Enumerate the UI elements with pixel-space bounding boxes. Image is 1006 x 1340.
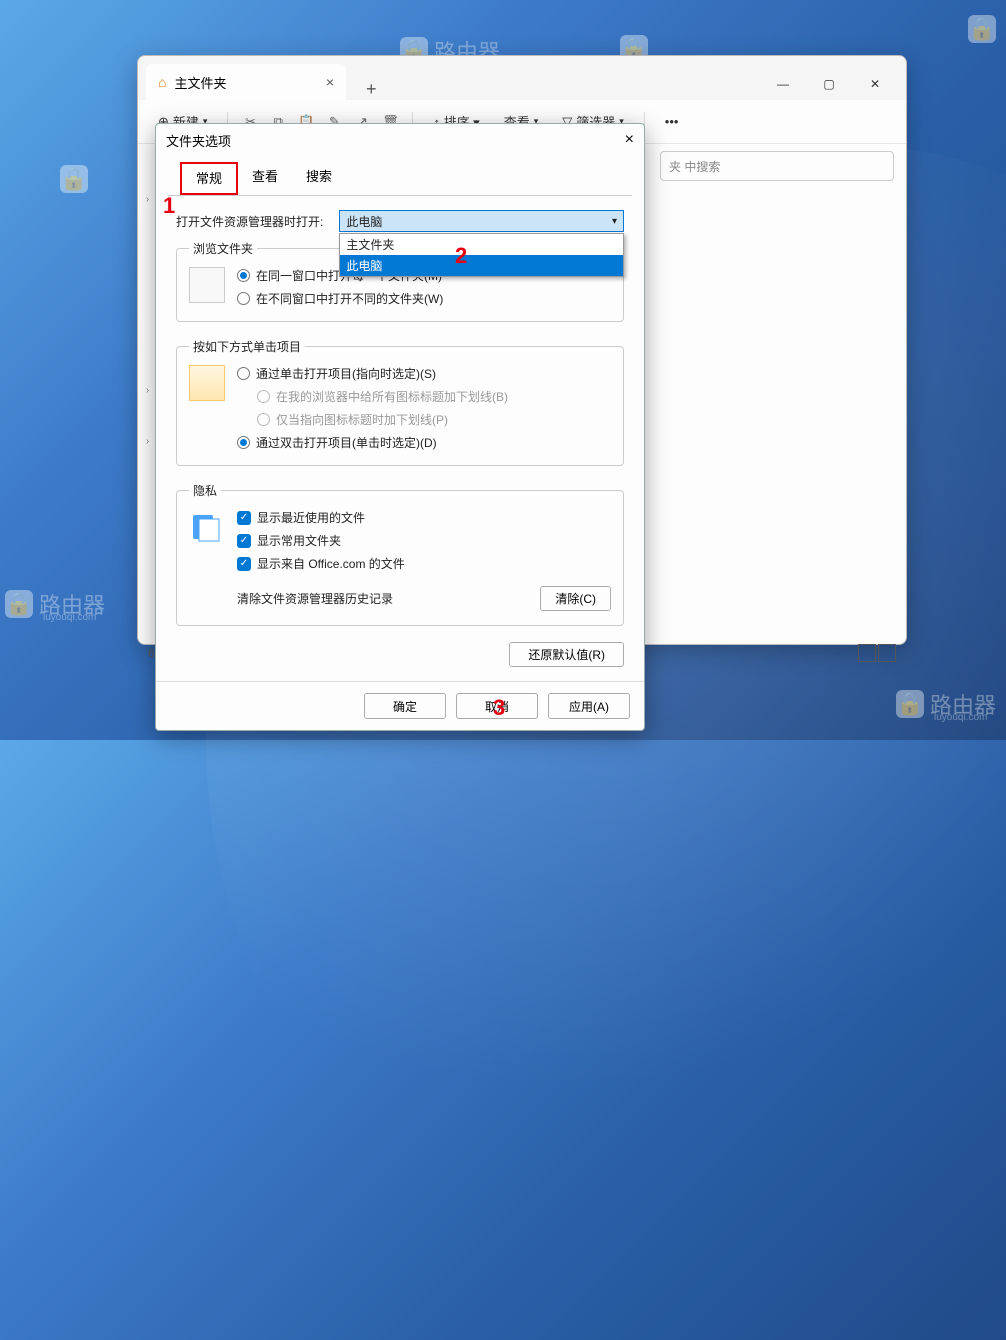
watermark: 🔒路由器luyouqi.com — [5, 588, 105, 620]
browse-icon — [189, 267, 225, 303]
details-view-icon[interactable] — [858, 644, 876, 662]
maximize-button[interactable]: ▢ — [806, 68, 852, 100]
radio-underline-hover: 仅当指向图标标题时加下划线(P) — [257, 411, 611, 428]
new-tab-button[interactable]: + — [358, 79, 385, 100]
click-legend: 按如下方式单击项目 — [189, 338, 305, 355]
clear-history-label: 清除文件资源管理器历史记录 — [237, 590, 393, 607]
tab-general[interactable]: 常规 — [180, 162, 238, 195]
privacy-icon — [189, 509, 225, 545]
restore-defaults-button[interactable]: 还原默认值(R) — [509, 642, 624, 667]
click-items-group: 按如下方式单击项目 通过单击打开项目(指向时选定)(S) 在我的浏览器中给所有图… — [176, 338, 624, 466]
privacy-legend: 隐私 — [189, 482, 221, 499]
tab-title: 主文件夹 — [174, 73, 226, 92]
home-icon: ⌂ — [158, 74, 166, 90]
open-explorer-label: 打开文件资源管理器时打开: — [176, 213, 323, 230]
combo-option-home[interactable]: 主文件夹 — [340, 234, 623, 255]
close-dialog-button[interactable]: × — [625, 131, 634, 149]
check-office-files[interactable]: ✓显示来自 Office.com 的文件 — [237, 555, 611, 572]
dialog-footer: 确定 取消 应用(A) — [156, 681, 644, 730]
watermark: 🔒路由器luyouqi.com — [896, 688, 996, 720]
clear-button[interactable]: 清除(C) — [540, 586, 611, 611]
check-recent-files[interactable]: ✓显示最近使用的文件 — [237, 509, 611, 526]
click-icon — [189, 365, 225, 401]
open-explorer-combobox[interactable]: 此电脑 ▾ 主文件夹 此电脑 — [339, 210, 624, 232]
watermark: 🔒 — [968, 15, 996, 43]
annotation-3: 3 — [493, 695, 505, 721]
large-icons-view-icon[interactable] — [878, 644, 896, 662]
annotation-1: 1 — [163, 193, 175, 219]
annotation-2: 2 — [455, 243, 467, 269]
radio-underline-all: 在我的浏览器中给所有图标标题加下划线(B) — [257, 388, 611, 405]
chevron-down-icon: ▾ — [612, 216, 617, 227]
radio-double-click[interactable]: 通过双击打开项目(单击时选定)(D) — [237, 434, 611, 451]
dialog-title: 文件夹选项 — [166, 131, 231, 150]
window-tab[interactable]: ⌂ 主文件夹 × — [146, 64, 346, 100]
apply-button[interactable]: 应用(A) — [548, 693, 630, 719]
tab-view[interactable]: 查看 — [238, 162, 292, 195]
titlebar: ⌂ 主文件夹 × + — ▢ ✕ — [138, 56, 906, 100]
minimize-button[interactable]: — — [760, 68, 806, 100]
ok-button[interactable]: 确定 — [364, 693, 446, 719]
check-frequent-folders[interactable]: ✓显示常用文件夹 — [237, 532, 611, 549]
more-button[interactable]: ••• — [657, 110, 687, 133]
combo-option-this-pc[interactable]: 此电脑 — [340, 255, 623, 276]
radio-single-click[interactable]: 通过单击打开项目(指向时选定)(S) — [237, 365, 611, 382]
radio-new-window[interactable]: 在不同窗口中打开不同的文件夹(W) — [237, 290, 611, 307]
privacy-group: 隐私 ✓显示最近使用的文件 ✓显示常用文件夹 ✓显示来自 Office.com … — [176, 482, 624, 626]
close-tab-icon[interactable]: × — [326, 74, 334, 90]
tab-search[interactable]: 搜索 — [292, 162, 346, 195]
item-count: 6 — [148, 646, 155, 660]
browse-legend: 浏览文件夹 — [189, 240, 257, 257]
folder-options-dialog: 文件夹选项 × 常规 查看 搜索 打开文件资源管理器时打开: 此电脑 ▾ 主文件… — [155, 123, 645, 731]
combobox-dropdown: 主文件夹 此电脑 — [339, 233, 624, 277]
dialog-titlebar: 文件夹选项 × — [156, 124, 644, 156]
dialog-tabs: 常规 查看 搜索 — [168, 162, 632, 196]
close-window-button[interactable]: ✕ — [852, 68, 898, 100]
search-input[interactable]: 夹 中搜索 — [660, 151, 894, 181]
dialog-body: 打开文件资源管理器时打开: 此电脑 ▾ 主文件夹 此电脑 浏览文件夹 在同一窗口… — [156, 196, 644, 681]
watermark: 🔒 — [60, 165, 88, 193]
